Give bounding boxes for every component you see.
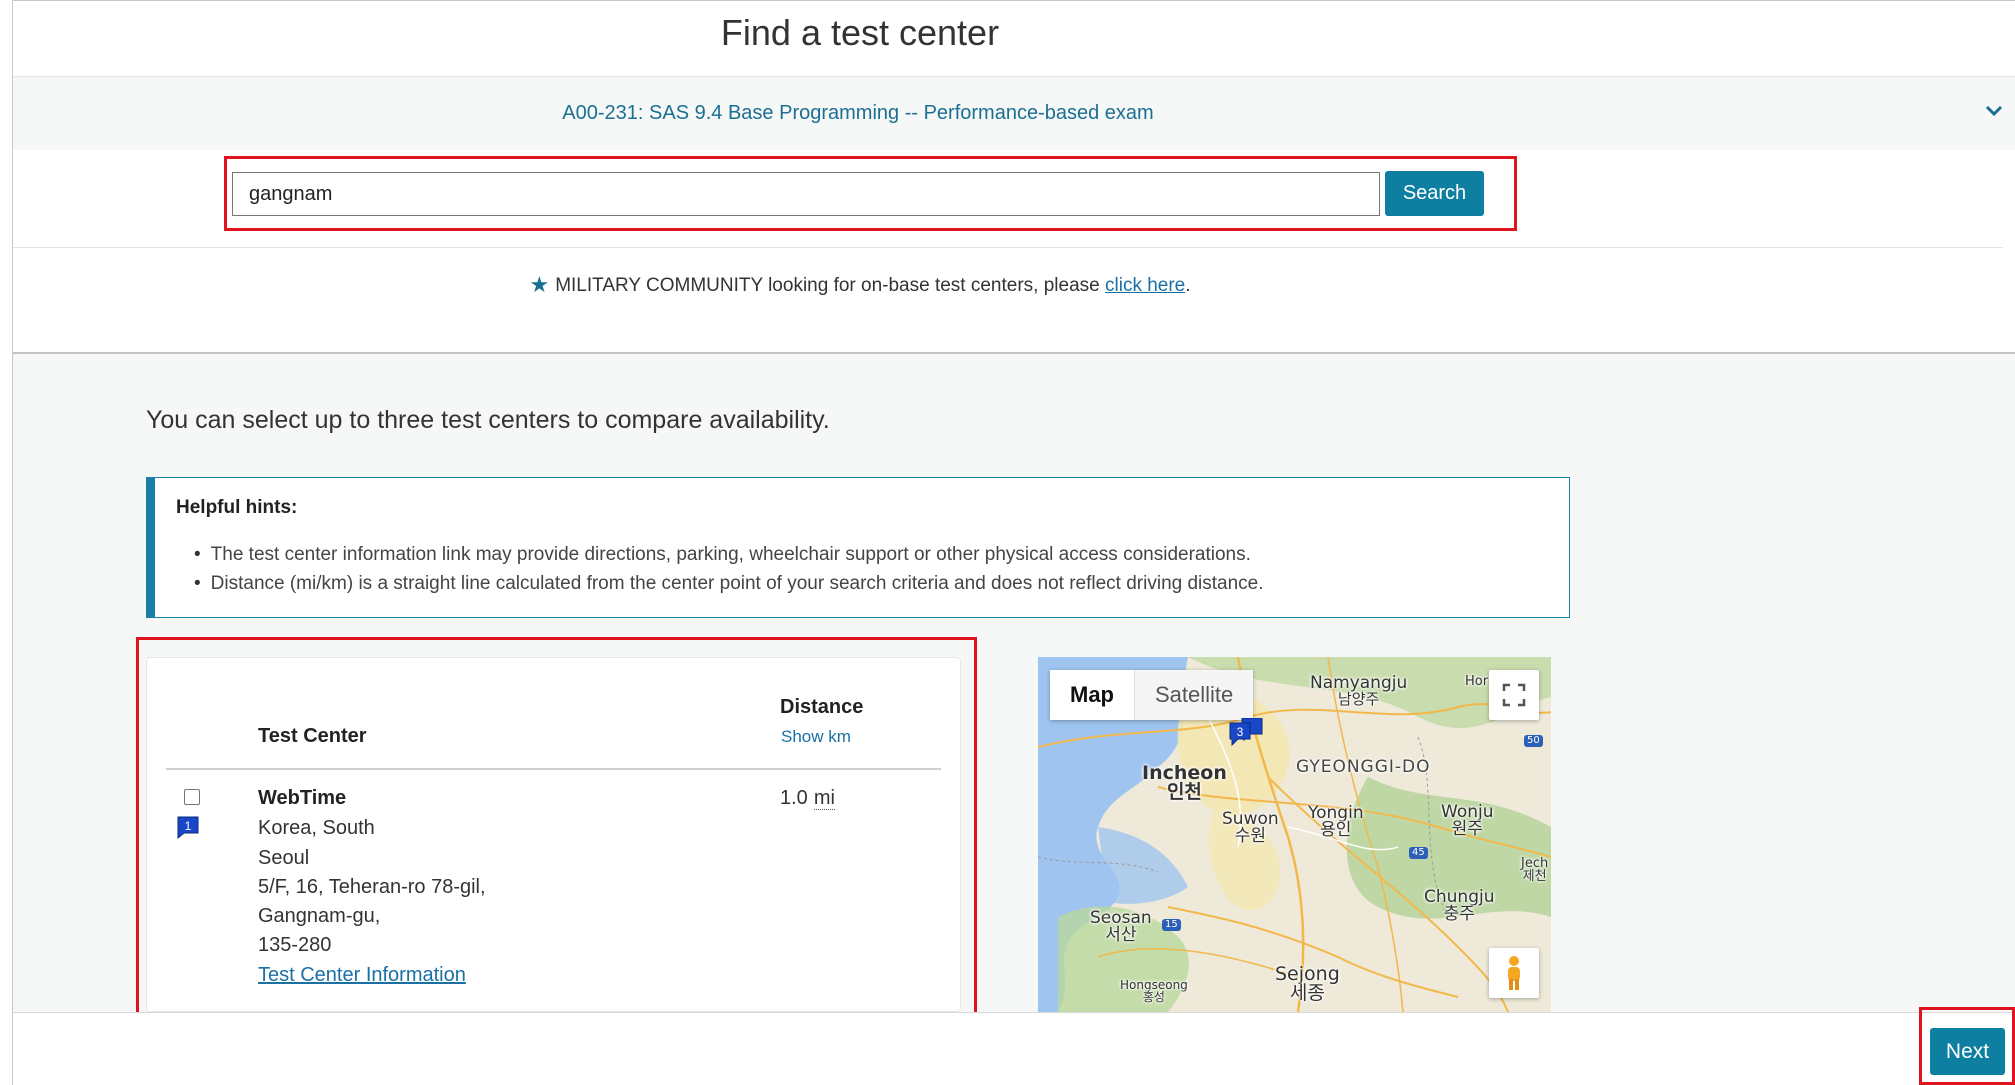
helpful-hints: Helpful hints: The test center informati… [146, 477, 1570, 618]
map[interactable]: Map Satellite 3 Namyangju 남양주 Hor Incheon… [1038, 657, 1551, 1012]
map-label-hor: Hor [1465, 674, 1489, 689]
hints-title: Helpful hints: [176, 497, 298, 518]
map-cluster-marker[interactable]: 3 [1228, 718, 1276, 748]
cluster-count: 3 [1237, 725, 1244, 739]
intro-text: You can select up to three test centers … [146, 406, 830, 434]
star-icon: ★ [529, 272, 550, 297]
map-label-suwon: Suwon 수원 [1222, 809, 1279, 846]
map-label-seosan: Seosan 서산 [1090, 908, 1152, 945]
street-view-button[interactable] [1489, 948, 1539, 998]
fullscreen-button[interactable] [1489, 670, 1539, 720]
map-tab-satellite[interactable]: Satellite [1134, 670, 1254, 720]
exam-selector[interactable]: A00-231: SAS 9.4 Base Programming -- Per… [13, 76, 2015, 150]
military-text: MILITARY COMMUNITY looking for on-base t… [555, 275, 1105, 296]
map-label-sejong: Sejong 세종 [1275, 963, 1340, 1004]
fullscreen-icon [1502, 683, 1526, 707]
military-link[interactable]: click here [1105, 275, 1185, 296]
route-shield-15: 15 [1162, 919, 1181, 931]
map-label-chungju: Chungju 충주 [1424, 887, 1495, 924]
map-tab-map[interactable]: Map [1050, 670, 1134, 720]
map-label-wonju: Wonju 원주 [1441, 802, 1494, 839]
hint-item: Distance (mi/km) is a straight line calc… [194, 569, 1264, 598]
map-label-namyangju: Namyangju 남양주 [1310, 673, 1408, 708]
map-label-gyeonggi: GYEONGGI-DO [1296, 757, 1431, 777]
hint-item: The test center information link may pro… [194, 540, 1264, 569]
map-label-incheon: Incheon 인천 [1142, 762, 1227, 803]
map-label-yongin: Yongin 용인 [1308, 803, 1364, 840]
map-label-hongseong: Hongseong 홍성 [1120, 978, 1188, 1004]
exam-name[interactable]: A00-231: SAS 9.4 Base Programming -- Per… [13, 102, 1703, 125]
route-shield-50: 50 [1524, 735, 1543, 747]
page-title: Find a test center [720, 12, 1000, 53]
route-shield-45: 45 [1409, 847, 1428, 859]
military-notice: ★ MILITARY COMMUNITY looking for on-base … [0, 272, 1720, 298]
next-highlight-box [1919, 1007, 2015, 1085]
footer [13, 1012, 2015, 1085]
pegman-icon [1508, 956, 1520, 990]
hints-list: The test center information link may pro… [194, 540, 1264, 598]
military-suffix: . [1185, 275, 1191, 296]
results-highlight-box [136, 637, 977, 1040]
chevron-down-icon[interactable] [1985, 104, 2003, 118]
search-highlight-box [224, 156, 1517, 231]
map-label-jecheon: Jech 제천 [1521, 856, 1549, 884]
map-type-toggle: Map Satellite [1050, 670, 1254, 720]
